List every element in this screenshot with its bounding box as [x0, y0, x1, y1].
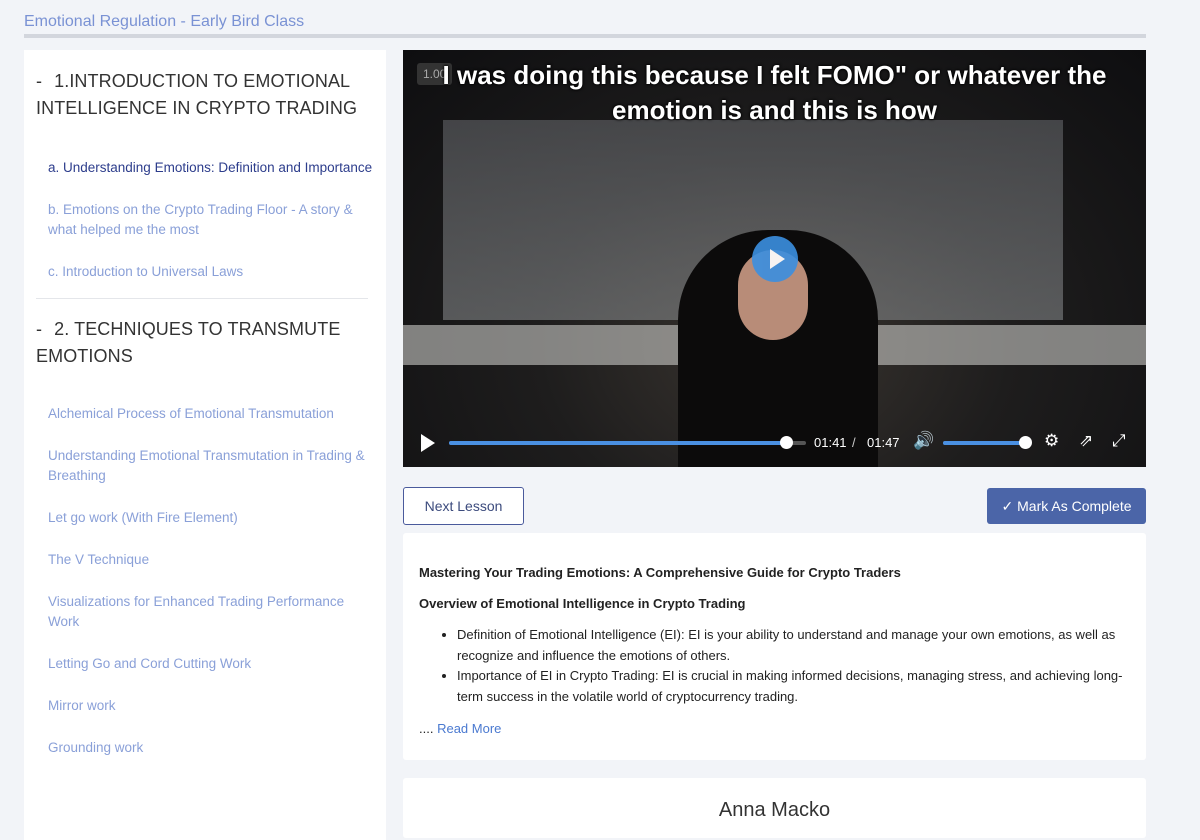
mark-complete-button[interactable]: ✓ Mark As Complete — [987, 488, 1146, 524]
lesson-item[interactable]: The V Technique — [24, 550, 386, 570]
section-header-1[interactable]: -1.INTRODUCTION TO EMOTIONAL INTELLIGENC… — [24, 50, 386, 122]
video-caption: I was doing this because I felt FOMO" or… — [442, 60, 1107, 125]
fullscreen-icon[interactable]: ⤢ — [1112, 431, 1126, 451]
lesson-item[interactable]: Letting Go and Cord Cutting Work — [24, 654, 386, 674]
current-time: 01:41 — [814, 435, 847, 450]
title-divider — [24, 34, 1146, 38]
lesson-item[interactable]: Let go work (With Fire Element) — [24, 508, 386, 528]
lesson-item[interactable]: Visualizations for Enhanced Trading Perf… — [24, 592, 386, 632]
section-header-2[interactable]: -2. TECHNIQUES TO TRANSMUTE EMOTIONS — [24, 299, 386, 370]
duration: 01:47 — [867, 435, 900, 450]
course-title: Emotional Regulation - Early Bird Class — [24, 13, 305, 30]
volume-slider[interactable] — [943, 436, 1032, 449]
settings-gear-icon[interactable]: ⚙ — [1044, 431, 1059, 451]
progress-fill — [449, 441, 786, 445]
description-subheading: Overview of Emotional Intelligence in Cr… — [419, 596, 746, 611]
volume-icon[interactable]: 🔊 — [913, 431, 934, 451]
lesson-item[interactable]: b. Emotions on the Crypto Trading Floor … — [24, 200, 386, 240]
time-separator: / — [852, 435, 856, 450]
lesson-item[interactable]: c. Introduction to Universal Laws — [24, 262, 386, 282]
progress-bar[interactable] — [449, 436, 806, 449]
description-bullet: Importance of EI in Crypto Trading: EI i… — [457, 666, 1130, 707]
progress-handle[interactable] — [780, 436, 793, 449]
check-icon: ✓ — [1001, 498, 1018, 514]
lesson-description: Mastering Your Trading Emotions: A Compr… — [403, 533, 1146, 760]
description-heading: Mastering Your Trading Emotions: A Compr… — [419, 565, 901, 580]
read-more-link[interactable]: Read More — [437, 721, 501, 736]
play-icon[interactable] — [421, 434, 435, 452]
popout-icon[interactable]: ⇗ — [1079, 431, 1093, 451]
mark-complete-label: Mark As Complete — [1017, 498, 1132, 514]
lesson-item[interactable]: Understanding Emotional Transmutation in… — [24, 446, 386, 486]
lesson-item[interactable]: Mirror work — [24, 696, 386, 716]
lesson-item[interactable]: Alchemical Process of Emotional Transmut… — [24, 404, 386, 424]
big-play-button[interactable] — [752, 236, 798, 282]
lesson-sidebar: -1.INTRODUCTION TO EMOTIONAL INTELLIGENC… — [24, 50, 386, 840]
author-card: Anna Macko — [403, 778, 1146, 838]
lesson-item[interactable]: a. Understanding Emotions: Definition an… — [24, 158, 386, 178]
section-title: 2. TECHNIQUES TO TRANSMUTE EMOTIONS — [36, 319, 341, 366]
next-lesson-button[interactable]: Next Lesson — [403, 487, 524, 525]
collapse-icon[interactable]: - — [36, 71, 42, 91]
volume-handle[interactable] — [1019, 436, 1032, 449]
video-player[interactable]: 1.00 I was doing this because I felt FOM… — [403, 50, 1146, 467]
section-title: 1.INTRODUCTION TO EMOTIONAL INTELLIGENCE… — [36, 71, 358, 118]
collapse-icon[interactable]: - — [36, 319, 42, 339]
description-bullet: Definition of Emotional Intelligence (EI… — [457, 625, 1130, 666]
ellipsis: .... — [419, 721, 434, 736]
volume-fill — [943, 441, 1025, 445]
video-controls: 01:41 / 01:47 🔊 ⚙ ⇗ ⤢ — [403, 417, 1146, 467]
lesson-item[interactable]: Grounding work — [24, 738, 386, 758]
